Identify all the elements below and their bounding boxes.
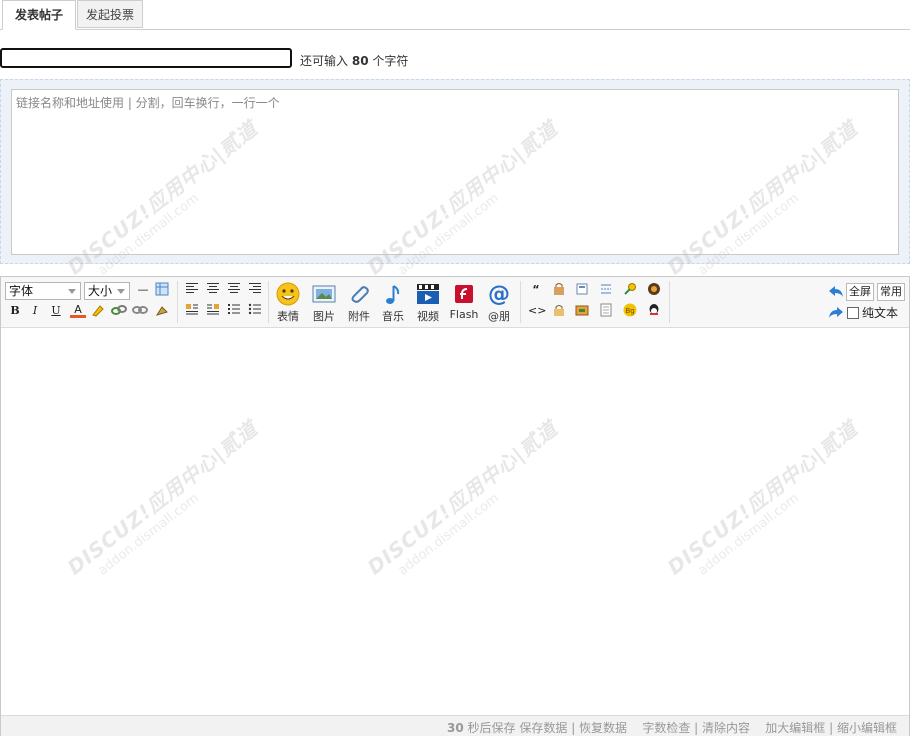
image-icon — [312, 283, 336, 305]
free-icon[interactable] — [551, 282, 567, 298]
quote-icon[interactable]: “ — [528, 282, 544, 298]
svg-text:Bg: Bg — [626, 307, 635, 315]
page-break-icon[interactable] — [598, 282, 614, 298]
title-input[interactable] — [0, 48, 292, 68]
autosave-text: 秒后保存 — [467, 721, 516, 735]
video-button[interactable]: 视频 — [411, 281, 445, 325]
highlight-icon[interactable] — [90, 303, 106, 319]
title-hint-suffix: 个字符 — [372, 54, 409, 68]
size-select[interactable]: 大小 — [84, 282, 130, 300]
tab-post[interactable]: 发表帖子 — [2, 0, 76, 30]
redo-icon[interactable] — [828, 305, 844, 321]
links-textarea[interactable] — [11, 89, 899, 255]
shrink-editor-link[interactable]: 缩小编辑框 — [837, 721, 897, 735]
common-button[interactable]: 常用 — [877, 283, 905, 301]
status-actions: 30 秒后保存 保存数据 | 恢复数据 字数检查 | 清除内容 加大编辑框 | … — [446, 721, 897, 735]
unordered-list-icon[interactable] — [247, 303, 263, 319]
flash-icon — [452, 283, 476, 305]
link-icon[interactable] — [111, 303, 127, 319]
font-color-icon[interactable]: A — [70, 303, 86, 318]
float-left-icon[interactable] — [184, 303, 200, 319]
flash-button[interactable]: Flash — [447, 281, 481, 325]
password-icon[interactable] — [574, 303, 590, 319]
restore-data-link[interactable]: 恢复数据 — [579, 721, 627, 735]
code-block-icon[interactable] — [574, 282, 590, 298]
smiley-icon — [276, 282, 300, 306]
enlarge-editor-link[interactable]: 加大编辑框 — [765, 721, 825, 735]
underline-icon[interactable]: U — [48, 303, 64, 319]
title-hint-count: 80 — [351, 54, 369, 68]
flash-label: Flash — [449, 308, 479, 321]
title-char-hint: 还可输入 80 个字符 — [300, 52, 408, 69]
size-select-label: 大小 — [88, 284, 113, 298]
unlink-icon[interactable] — [132, 303, 148, 319]
video-label: 视频 — [417, 310, 439, 323]
autosave-seconds: 30 — [446, 721, 464, 735]
italic-icon[interactable]: I — [27, 303, 43, 319]
align-right-icon[interactable] — [247, 282, 263, 298]
plaintext-label: 纯文本 — [862, 306, 899, 320]
emoticon-button[interactable]: 表情 — [271, 281, 305, 325]
undo-icon[interactable] — [828, 284, 844, 300]
paperclip-icon — [347, 283, 371, 305]
mention-label: @朋 — [488, 310, 510, 323]
tab-bar: 发表帖子 发起投票 — [0, 0, 910, 30]
align-justify-icon[interactable] — [205, 282, 221, 298]
font-select[interactable]: 字体 — [5, 282, 81, 300]
tab-poll[interactable]: 发起投票 — [77, 0, 143, 28]
video-icon — [416, 283, 440, 305]
qq-icon[interactable] — [646, 303, 662, 319]
at-icon: @ — [488, 281, 510, 307]
word-check-link[interactable]: 字数检查 — [642, 721, 690, 735]
align-center-icon[interactable] — [226, 282, 242, 298]
music-note-icon — [381, 283, 405, 305]
index-icon[interactable] — [598, 303, 614, 319]
clear-format-icon[interactable] — [154, 303, 170, 319]
font-select-label: 字体 — [9, 284, 34, 298]
align-left-icon[interactable] — [184, 282, 200, 298]
table-icon[interactable] — [154, 282, 170, 298]
ordered-list-icon[interactable] — [226, 303, 242, 319]
save-data-link[interactable]: 保存数据 — [519, 721, 567, 735]
editor-status-bar: 30 秒后保存 保存数据 | 恢复数据 字数检查 | 清除内容 加大编辑框 | … — [1, 715, 909, 736]
links-placeholder: 链接名称和地址使用 | 分割，回车换行，一行一个 — [16, 96, 280, 110]
editor-toolbar: 字体 大小 — B I U A 表情 图片 附件 音乐 视频 Flash @ @… — [1, 277, 909, 328]
music-button[interactable]: 音乐 — [376, 281, 410, 325]
camera-icon[interactable] — [646, 282, 662, 298]
editor-content-area[interactable] — [1, 328, 909, 714]
horizontal-rule-icon[interactable]: — — [135, 282, 151, 298]
bold-icon[interactable]: B — [7, 303, 23, 319]
attachment-button[interactable]: 附件 — [342, 281, 376, 325]
mention-button[interactable]: @ @朋 — [482, 281, 516, 325]
background-icon[interactable]: Bg — [622, 303, 638, 319]
emoticon-label: 表情 — [277, 310, 299, 323]
plaintext-checkbox[interactable] — [847, 307, 859, 319]
title-hint-prefix: 还可输入 — [300, 54, 349, 68]
fullscreen-button[interactable]: 全屏 — [846, 283, 874, 301]
image-button[interactable]: 图片 — [307, 281, 341, 325]
clear-content-link[interactable]: 清除内容 — [702, 721, 750, 735]
hide-icon[interactable] — [551, 303, 567, 319]
music-label: 音乐 — [382, 310, 404, 323]
code-icon[interactable]: <> — [528, 303, 546, 319]
attachment-label: 附件 — [348, 310, 370, 323]
key-icon[interactable] — [622, 282, 638, 298]
image-label: 图片 — [313, 310, 335, 323]
float-right-icon[interactable] — [205, 303, 221, 319]
